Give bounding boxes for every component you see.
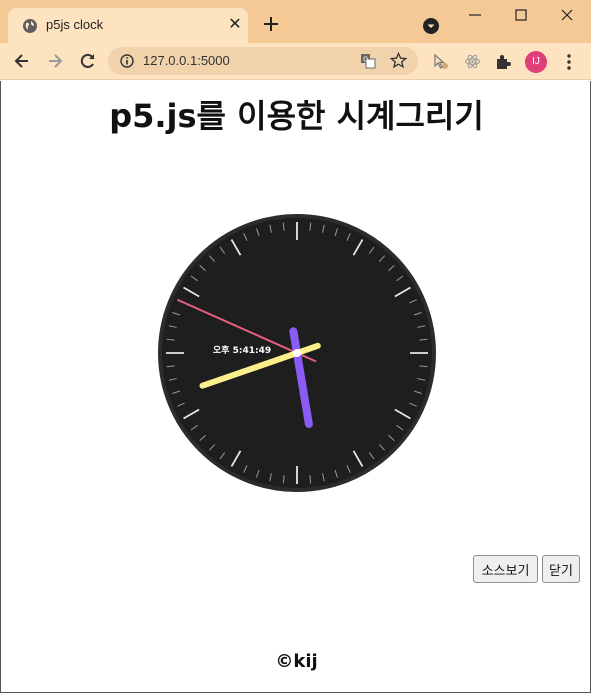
clock-center-pin xyxy=(293,349,301,357)
svg-text:G: G xyxy=(363,56,368,64)
view-source-button[interactable]: 소스보기 xyxy=(473,555,538,583)
url-text[interactable]: 127.0.0.1:5000 xyxy=(143,53,230,68)
reload-icon[interactable] xyxy=(78,51,98,71)
browser-toolbar: 127.0.0.1:5000 G IJ xyxy=(0,43,591,80)
new-tab-icon[interactable] xyxy=(261,14,281,34)
extension-pointer-icon[interactable] xyxy=(432,53,449,70)
page-title: p5.js를 이용한 시계그리기 xyxy=(109,97,484,135)
more-menu-icon[interactable] xyxy=(561,52,577,72)
tab-title: p5js clock xyxy=(46,17,104,32)
page-content: p5.js를 이용한 시계그리기 오후 5:41:49 소스보기 닫기 ©kij xyxy=(0,81,591,693)
extensions-puzzle-icon[interactable] xyxy=(495,53,512,70)
react-devtools-icon[interactable] xyxy=(464,53,481,70)
footer-credit: ©kij xyxy=(275,651,318,672)
profile-avatar[interactable]: IJ xyxy=(525,51,547,73)
tab-search-icon[interactable] xyxy=(422,17,440,35)
window-close-icon[interactable] xyxy=(558,6,576,24)
analog-clock: 오후 5:41:49 xyxy=(158,214,436,492)
bookmark-star-icon[interactable] xyxy=(390,52,407,69)
globe-icon xyxy=(23,19,37,33)
minimize-icon[interactable] xyxy=(466,6,484,24)
browser-titlebar: p5js clock ✕ xyxy=(0,0,591,43)
address-bar[interactable]: 127.0.0.1:5000 G xyxy=(108,47,418,75)
browser-tab[interactable]: p5js clock ✕ xyxy=(8,8,248,43)
digital-time-label: 오후 5:41:49 xyxy=(213,344,271,356)
close-button[interactable]: 닫기 xyxy=(542,555,580,583)
tab-close-icon[interactable]: ✕ xyxy=(226,15,244,33)
info-icon[interactable] xyxy=(120,54,134,68)
translate-icon[interactable]: G xyxy=(360,53,376,69)
forward-icon[interactable] xyxy=(45,51,65,71)
maximize-icon[interactable] xyxy=(512,6,530,24)
back-icon[interactable] xyxy=(12,51,32,71)
